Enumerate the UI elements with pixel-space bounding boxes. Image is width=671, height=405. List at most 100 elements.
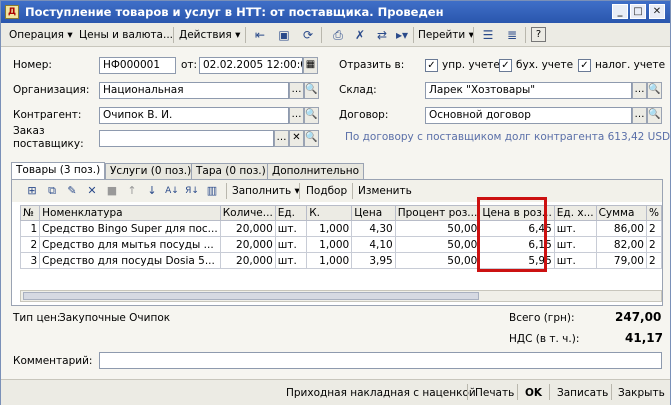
item-name[interactable]: Средство для мытья посуды ... <box>39 236 221 253</box>
retail-price[interactable]: 6,45 <box>479 220 555 237</box>
warehouse-field[interactable]: Ларек "Хозтовары" <box>425 82 632 99</box>
barcode-icon[interactable]: ▥ <box>204 183 220 199</box>
table-row[interactable]: 3 Средство для посуды Dosia 5... 20,000 … <box>19 252 663 269</box>
retail-percent[interactable]: 50,00 <box>394 252 481 269</box>
column-header[interactable]: Номенклатура <box>39 205 221 221</box>
storage-unit[interactable]: шт. <box>553 252 597 269</box>
help-icon[interactable]: ? <box>531 27 546 42</box>
unit[interactable]: шт. <box>274 236 308 253</box>
based-on-icon[interactable]: ▸▾ <box>393 26 411 44</box>
sum[interactable]: 82,00 <box>595 236 647 253</box>
quantity[interactable]: 20,000 <box>219 220 276 237</box>
row-number[interactable]: 3 <box>19 252 41 269</box>
select-button[interactable]: Подбор <box>306 183 347 199</box>
retail-percent[interactable]: 50,00 <box>394 220 481 237</box>
vat-rate[interactable]: 2 <box>645 236 663 253</box>
item-name[interactable]: Средство Bingo Super для пос... <box>39 220 221 237</box>
contract-field[interactable]: Основной договор <box>425 107 632 124</box>
change-button[interactable]: Изменить <box>358 183 412 199</box>
operation-menu[interactable]: Операция ▾ <box>9 26 73 44</box>
item-name[interactable]: Средство для посуды Dosia 5... <box>39 252 221 269</box>
column-header[interactable]: % <box>645 205 663 221</box>
fill-menu[interactable]: Заполнить ▾ <box>232 183 300 199</box>
open-button-icon[interactable]: 🔍 <box>304 130 319 147</box>
table-row[interactable]: 2 Средство для мытья посуды ... 20,000 ш… <box>19 236 663 253</box>
select-button-icon[interactable]: … <box>289 107 304 124</box>
vat-rate[interactable]: 2 <box>645 220 663 237</box>
mgmt-accounting-checkbox[interactable]: ✓ <box>425 59 438 72</box>
column-header[interactable]: Ед. х... <box>553 205 597 221</box>
horizontal-scrollbar[interactable] <box>20 290 662 302</box>
organization-field[interactable]: Национальная <box>99 82 289 99</box>
retail-price[interactable]: 5,95 <box>479 252 555 269</box>
supplier-order-field[interactable] <box>99 130 274 147</box>
column-header[interactable]: Сумма <box>595 205 647 221</box>
vat-rate[interactable]: 2 <box>645 252 663 269</box>
sum[interactable]: 86,00 <box>595 220 647 237</box>
move-down-icon[interactable]: ↓ <box>144 183 160 199</box>
unit[interactable]: шт. <box>274 220 308 237</box>
open-button-icon[interactable]: 🔍 <box>647 107 662 124</box>
unit[interactable]: шт. <box>274 252 308 269</box>
tab-containers[interactable]: Тара (0 поз.) <box>191 163 271 179</box>
select-button-icon[interactable]: … <box>632 82 647 99</box>
list-icon[interactable]: ☰ <box>479 26 497 44</box>
retail-price[interactable]: 6,15 <box>479 236 555 253</box>
sort-asc-icon[interactable]: A↓ <box>164 183 180 199</box>
price[interactable]: 4,10 <box>351 236 396 253</box>
column-header[interactable]: № <box>19 205 41 221</box>
structure-icon[interactable]: ▣ <box>275 26 293 44</box>
column-header[interactable]: Количе... <box>219 205 276 221</box>
copy-row-icon[interactable]: ⧉ <box>44 183 60 199</box>
prices-currency-button[interactable]: Цены и валюта... <box>79 26 173 44</box>
delete-row-icon[interactable]: ✕ <box>84 183 100 199</box>
move-up-icon[interactable]: ↑ <box>124 183 140 199</box>
print-button[interactable]: Печать <box>475 384 514 402</box>
select-button-icon[interactable]: … <box>632 107 647 124</box>
table-row[interactable]: 1 Средство Bingo Super для пос... 20,000… <box>19 220 663 237</box>
goto-menu[interactable]: Перейти ▾ <box>418 26 474 44</box>
invoice-with-markup-button[interactable]: Приходная накладная с наценкой <box>286 384 476 402</box>
maximize-icon[interactable]: □ <box>630 4 646 19</box>
storage-unit[interactable]: шт. <box>553 236 597 253</box>
add-row-icon[interactable]: ⊞ <box>24 183 40 199</box>
edit-list-icon[interactable]: ≣ <box>503 26 521 44</box>
contract-debt-info[interactable]: По договору с поставщиком долг контраген… <box>345 131 670 143</box>
column-header[interactable]: К. <box>306 205 353 221</box>
price[interactable]: 3,95 <box>351 252 396 269</box>
contractor-field[interactable]: Очипок В. И. <box>99 107 289 124</box>
open-button-icon[interactable]: 🔍 <box>647 82 662 99</box>
quantity[interactable]: 20,000 <box>219 236 276 253</box>
comment-field[interactable] <box>99 352 662 369</box>
date-field[interactable]: 02.02.2005 12:00:00 <box>199 57 303 74</box>
coefficient[interactable]: 1,000 <box>306 220 353 237</box>
row-number[interactable]: 2 <box>19 236 41 253</box>
tab-services[interactable]: Услуги (0 поз.) <box>105 163 197 179</box>
row-number[interactable]: 1 <box>19 220 41 237</box>
sort-desc-icon[interactable]: Я↓ <box>184 183 200 199</box>
edit-row-icon[interactable]: ✎ <box>64 183 80 199</box>
save-button[interactable]: Записать <box>557 384 608 402</box>
storage-unit[interactable]: шт. <box>553 220 597 237</box>
coefficient[interactable]: 1,000 <box>306 252 353 269</box>
tab-goods[interactable]: Товары (3 поз.) <box>11 162 106 179</box>
ok-button[interactable]: OK <box>525 384 542 402</box>
tax-accounting-checkbox[interactable]: ✓ <box>578 59 591 72</box>
column-header[interactable]: Ед. <box>274 205 308 221</box>
tab-additional[interactable]: Дополнительно <box>267 163 365 179</box>
end-edit-icon[interactable]: ■ <box>104 183 120 199</box>
price[interactable]: 4,30 <box>351 220 396 237</box>
column-header[interactable]: Процент роз... <box>394 205 481 221</box>
coefficient[interactable]: 1,000 <box>306 236 353 253</box>
sum[interactable]: 79,00 <box>595 252 647 269</box>
movements-icon[interactable]: ⇄ <box>373 26 391 44</box>
column-header[interactable]: Цена в роз... <box>479 205 555 221</box>
quantity[interactable]: 20,000 <box>219 252 276 269</box>
calendar-icon[interactable]: ▦ <box>303 57 318 74</box>
number-field[interactable]: НФ000001 <box>99 57 176 74</box>
close-button[interactable]: Закрыть <box>618 384 665 402</box>
scrollbar-thumb[interactable] <box>23 292 479 300</box>
post-document-icon[interactable]: ⎙ <box>329 26 347 44</box>
accounting-checkbox[interactable]: ✓ <box>499 59 512 72</box>
actions-menu[interactable]: Действия ▾ <box>179 26 240 44</box>
